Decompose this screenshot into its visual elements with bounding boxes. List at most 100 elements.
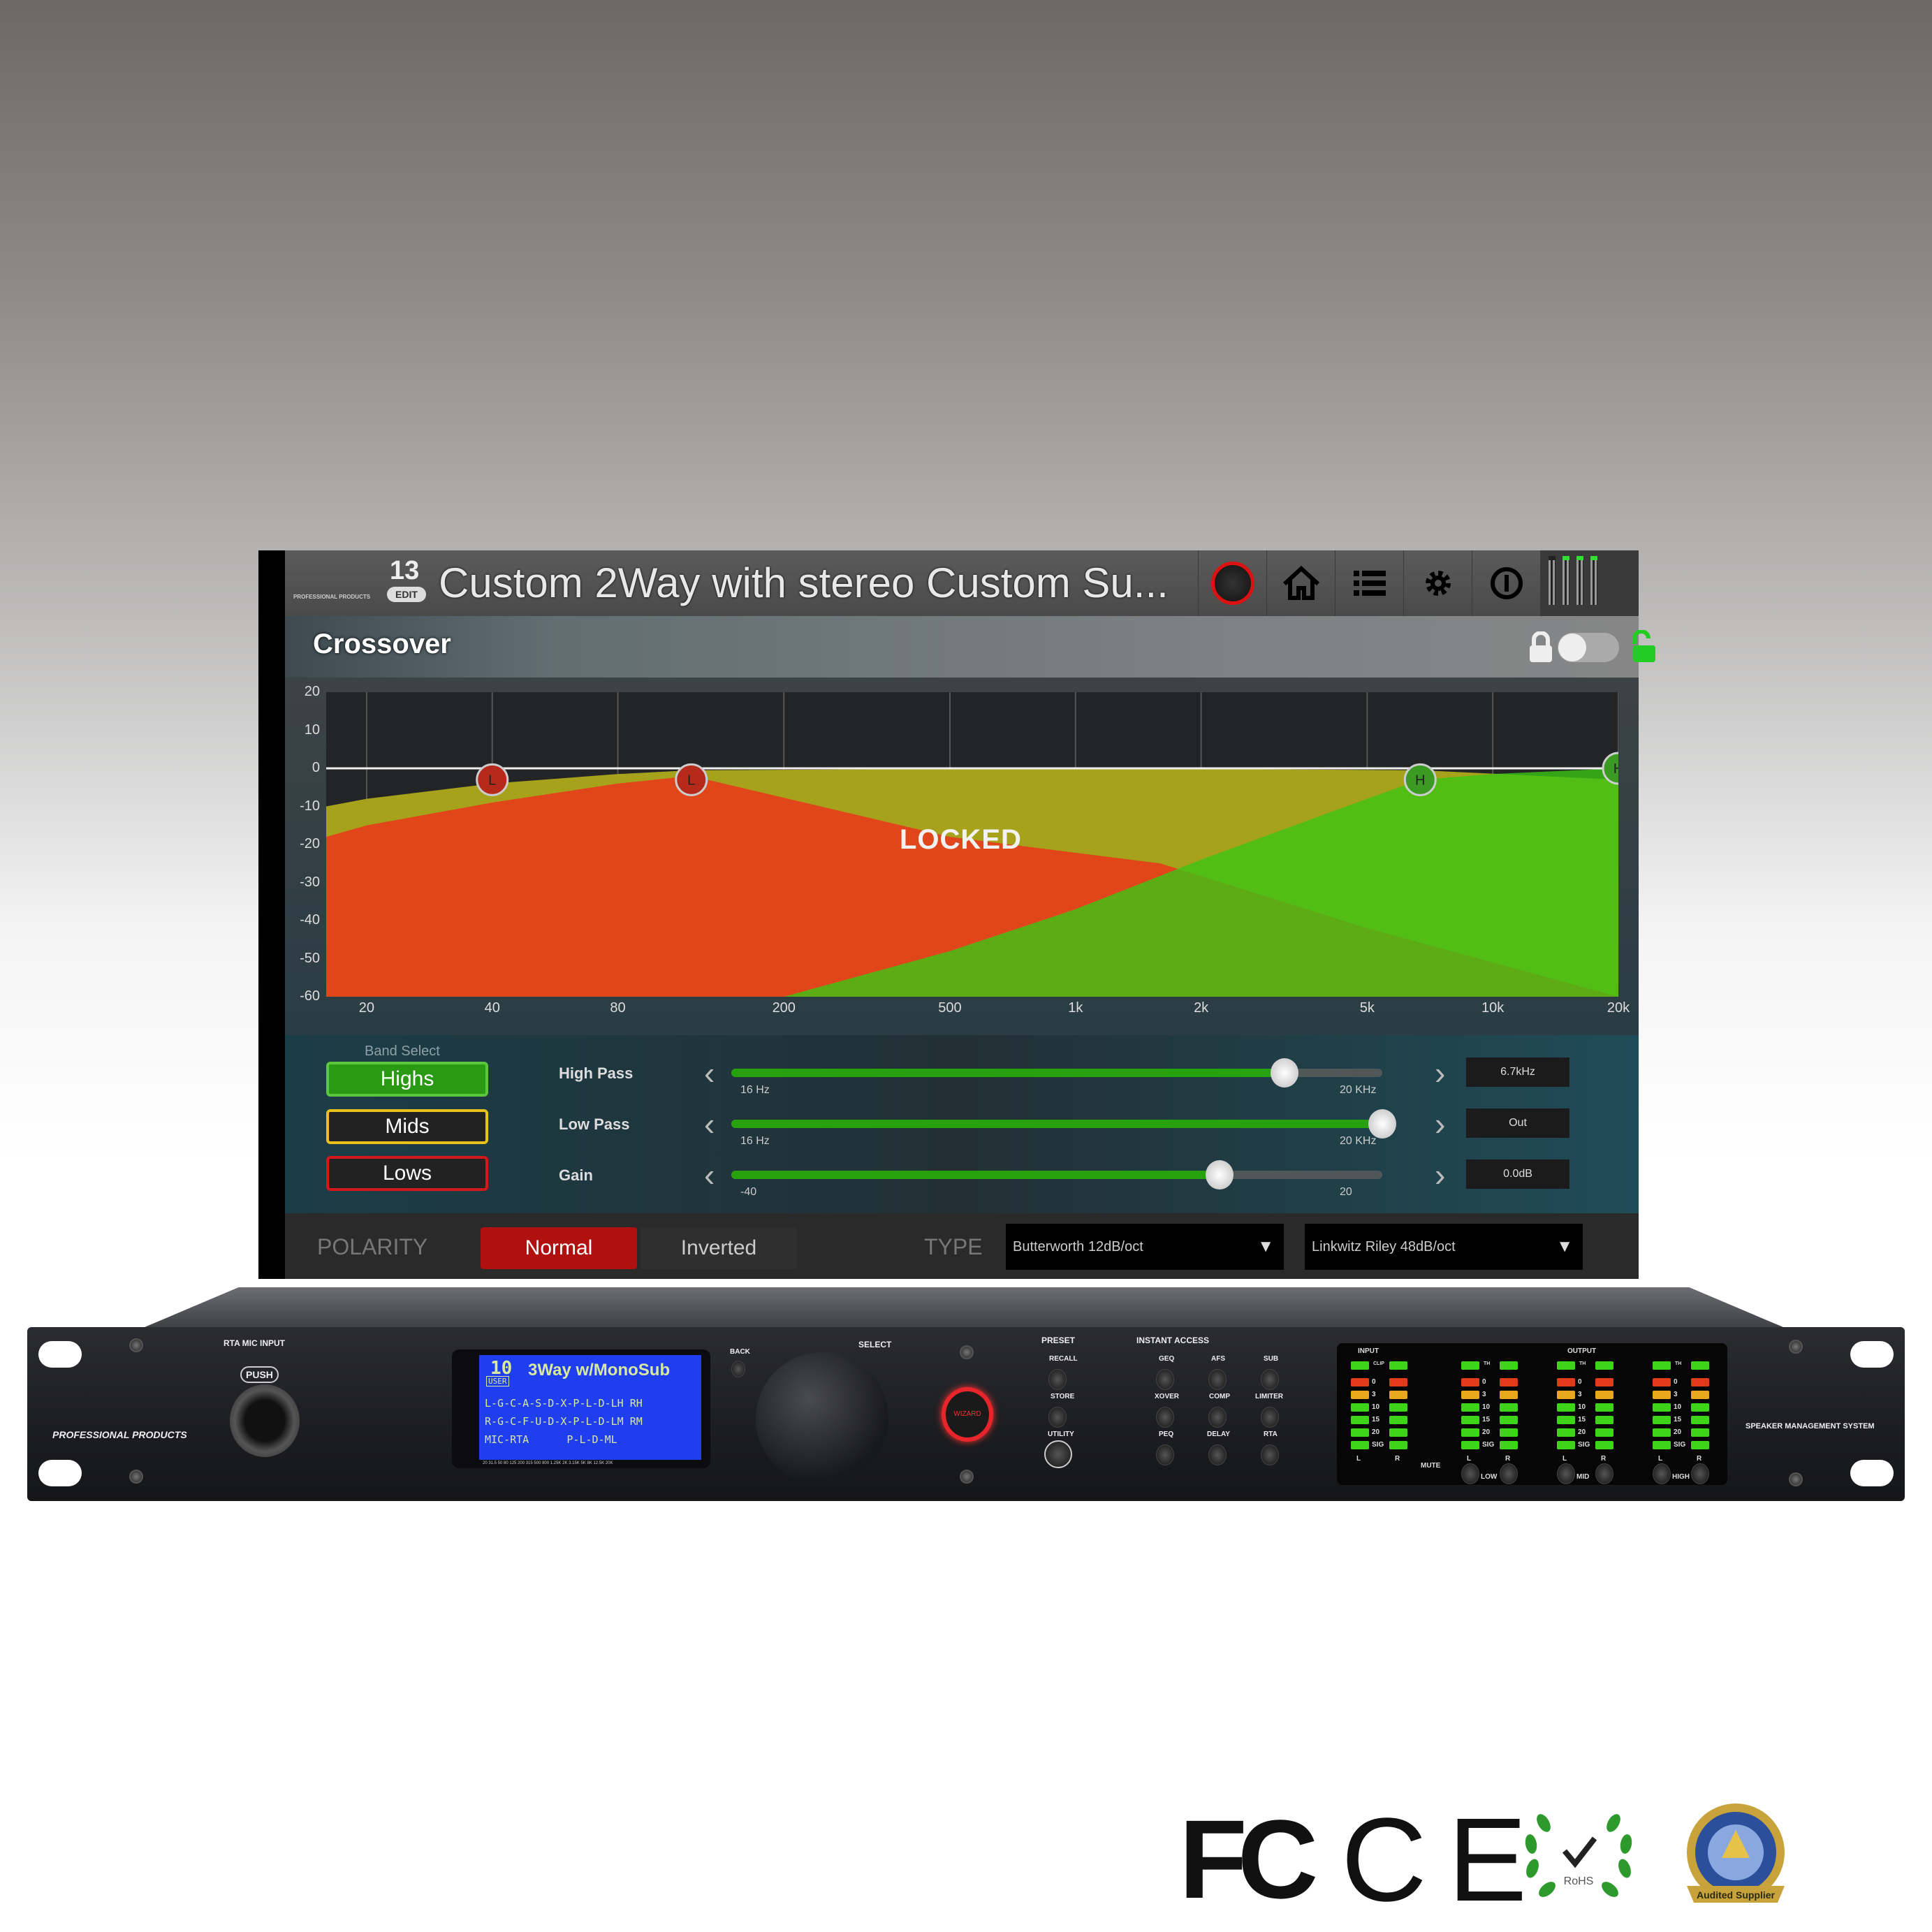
polarity-inverted-button[interactable]: Inverted [641,1227,797,1269]
crossover-header: Crossover [285,616,1655,678]
mute-button[interactable] [1557,1463,1575,1484]
peq-button[interactable] [1156,1444,1174,1465]
afs-button[interactable] [1208,1369,1227,1390]
utility-button[interactable] [1044,1440,1072,1468]
x-tick-label: 1k [1068,1000,1083,1016]
led-top [1461,1361,1479,1370]
meter-scale-label: 0 [1674,1378,1678,1386]
meter-scale-label: 15 [1674,1416,1682,1424]
led [1691,1403,1709,1412]
xlr-mic-input[interactable] [230,1384,300,1457]
decrement-chevron-left-icon[interactable]: ‹ [704,1057,715,1089]
led [1691,1416,1709,1424]
mute-button[interactable] [1461,1463,1479,1484]
mute-button[interactable] [1653,1463,1671,1484]
type-label: TYPE [924,1234,983,1259]
meter-scale-label: 15 [1482,1416,1491,1424]
increment-chevron-right-icon[interactable]: › [1435,1159,1445,1191]
mute-button[interactable] [1595,1463,1613,1484]
slider-thumb[interactable] [1271,1058,1299,1088]
back-button[interactable] [731,1361,745,1377]
settings-button[interactable] [1403,550,1472,616]
screw [1789,1472,1803,1486]
instant-button-label: GEQ [1159,1355,1175,1363]
select-label: SELECT [858,1340,892,1349]
title-bar: PROFESSIONAL PRODUCTS 13 EDIT Custom 2Wa… [285,550,1639,616]
y-tick-label: 0 [312,760,320,775]
rta-button[interactable] [1261,1444,1279,1465]
meter-scale-label: SIG [1482,1441,1495,1449]
type-dropdown-lowpass[interactable]: Linkwitz Riley 48dB/oct ▼ [1305,1224,1583,1270]
lcd-preset-name: 3Way w/MonoSub [528,1361,671,1380]
recall-button[interactable] [1048,1369,1067,1390]
band-mids-button[interactable]: Mids [326,1109,488,1144]
system-label: SPEAKER MANAGEMENT SYSTEM [1746,1422,1875,1430]
instant-button-label: SUB [1264,1355,1279,1363]
crossover-graph[interactable]: 20 10 0 -10 -20 -30 -40 -50 -60 20 40 80 200 500 1k 2k… [285,678,1639,1035]
led-top [1500,1361,1518,1370]
polarity-normal-button[interactable]: Normal [481,1227,637,1269]
slider-thumb[interactable] [1368,1109,1396,1139]
band-highs-button[interactable]: Highs [326,1062,488,1097]
limiter-button[interactable] [1261,1407,1279,1428]
delay-button[interactable] [1208,1444,1227,1465]
increment-chevron-right-icon[interactable]: › [1435,1057,1445,1089]
slider-fill [731,1120,1382,1128]
push-release[interactable]: PUSH [240,1366,279,1383]
slider-track[interactable] [731,1160,1382,1190]
type-dropdown-highpass[interactable]: Butterworth 12dB/oct ▼ [1006,1224,1284,1270]
x-tick-label: 2k [1194,1000,1209,1016]
meter-scale-label: 20 [1372,1428,1380,1436]
wizard-button[interactable]: WIZARD [942,1387,993,1442]
led [1653,1391,1671,1399]
mute-button[interactable] [1500,1463,1518,1484]
band-lows-button[interactable]: Lows [326,1156,488,1191]
decrement-chevron-left-icon[interactable]: ‹ [704,1159,715,1191]
comp-button[interactable] [1208,1407,1227,1428]
crossover-marker-label: L [687,773,695,788]
preset-title[interactable]: Custom 2Way with stereo Custom Su... [439,559,1169,607]
slider-value[interactable]: 6.7kHz [1466,1058,1569,1087]
led [1653,1378,1671,1386]
lcd-row: L-G-C-A-S-D-X-P-L-D-LH RH [485,1397,643,1410]
increment-chevron-right-icon[interactable]: › [1435,1108,1445,1140]
lock-toggle[interactable] [1558,633,1619,662]
slider-value[interactable]: 0.0dB [1466,1159,1569,1189]
meter-scale-label: 3 [1578,1391,1582,1398]
slider-thumb[interactable] [1206,1160,1234,1190]
select-knob[interactable] [756,1352,888,1485]
slider-label: Gain [559,1166,593,1184]
slider-label: High Pass [559,1064,634,1082]
info-button[interactable] [1472,550,1540,616]
mute-button[interactable] [1691,1463,1709,1484]
xover-button[interactable] [1156,1407,1174,1428]
geq-button[interactable] [1156,1369,1174,1390]
slider-track[interactable] [731,1058,1382,1088]
sub-button[interactable] [1261,1369,1279,1390]
meter-r-label: R [1697,1455,1702,1463]
rack-unit-top [140,1287,1788,1329]
decrement-chevron-left-icon[interactable]: ‹ [704,1108,715,1140]
app-window: PROFESSIONAL PRODUCTS 13 EDIT Custom 2Wa… [258,550,1655,1279]
led [1500,1378,1518,1386]
home-button[interactable] [1266,550,1335,616]
wizard-button[interactable] [1198,550,1266,616]
band-controls: Band Select Highs Mids Lows High Pass ‹ … [285,1035,1639,1213]
meter-scale-label: 0 [1578,1378,1582,1386]
slider-track[interactable] [731,1109,1396,1139]
preset-button-label: UTILITY [1048,1430,1074,1438]
led [1557,1428,1575,1437]
meter-r-label: R [1395,1455,1400,1463]
meter-m [1576,556,1583,605]
y-tick-label: 20 [304,684,320,699]
screw [129,1338,143,1352]
store-button[interactable] [1048,1407,1067,1428]
edit-badge[interactable]: EDIT [387,587,426,602]
led [1595,1403,1613,1412]
screw [960,1470,974,1484]
led [1500,1441,1518,1449]
slider-value[interactable]: Out [1466,1108,1569,1138]
chevron-down-icon: ▼ [1257,1237,1274,1256]
x-tick-label: 200 [772,1000,796,1016]
list-button[interactable] [1335,550,1403,616]
